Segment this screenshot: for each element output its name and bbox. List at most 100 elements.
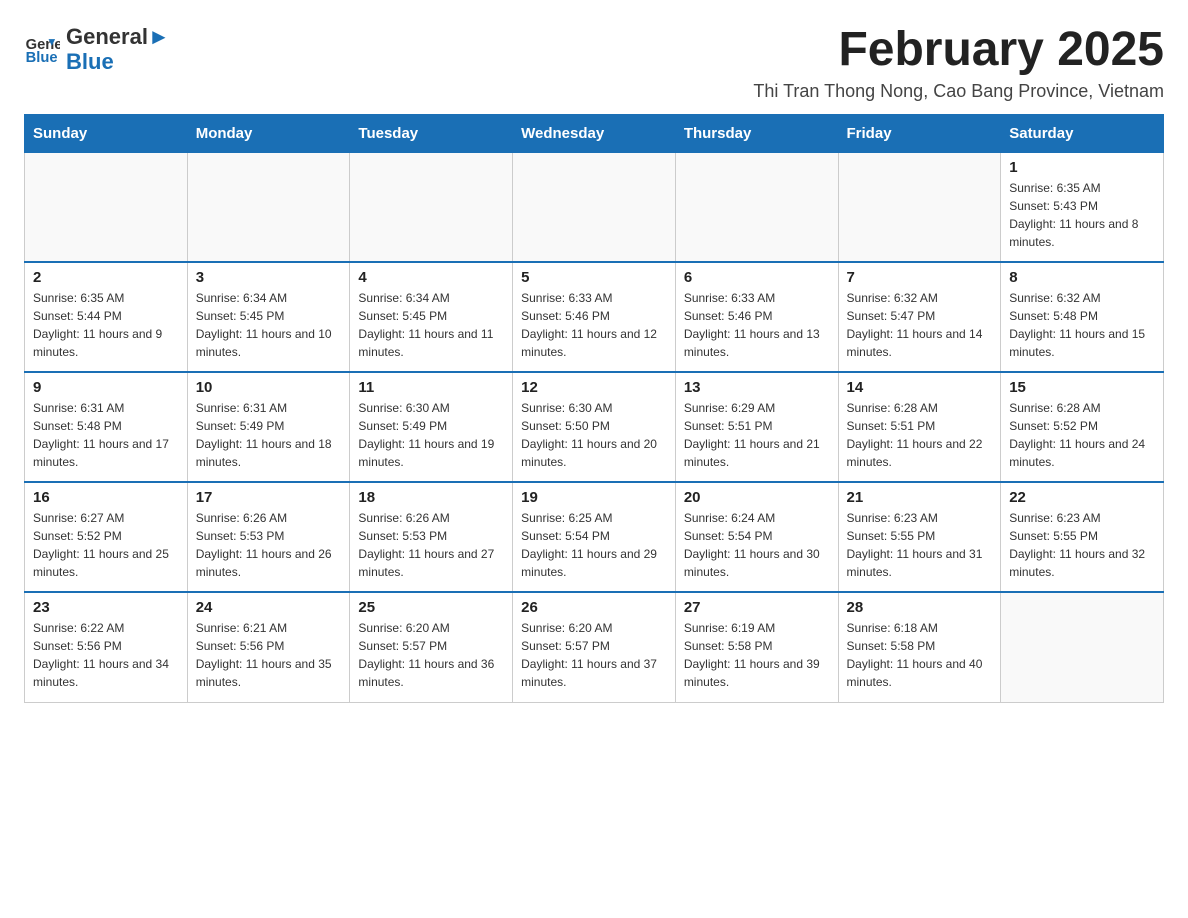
calendar-day-cell: 18Sunrise: 6:26 AMSunset: 5:53 PMDayligh… xyxy=(350,482,513,592)
calendar-day-cell: 27 Sunrise: 6:19 AMSunset: 5:58 PMDayligh… xyxy=(675,592,838,702)
svg-text:Blue: Blue xyxy=(26,50,58,66)
day-number: 14 xyxy=(847,379,993,396)
col-thursday: Thursday xyxy=(675,114,838,152)
calendar-day-cell xyxy=(187,152,350,262)
calendar-day-cell: 4 Sunrise: 6:34 AMSunset: 5:45 PMDaylight… xyxy=(350,262,513,372)
day-number: 12 xyxy=(521,379,667,396)
calendar-day-cell: 1 Sunrise: 6:35 AMSunset: 5:43 PMDaylight… xyxy=(1001,152,1164,262)
day-info: Sunrise: 6:30 AMSunset: 5:49 PMDaylight:… xyxy=(358,399,504,471)
calendar-day-cell: 16 Sunrise: 6:27 AMSunset: 5:52 PMDayligh… xyxy=(25,482,188,592)
calendar-day-cell: 13 Sunrise: 6:29 AMSunset: 5:51 PMDayligh… xyxy=(675,372,838,482)
day-number: 24 xyxy=(196,599,342,616)
day-number: 5 xyxy=(521,269,667,286)
day-info: Sunrise: 6:26 AMSunset: 5:53 PMDaylight:… xyxy=(358,509,504,581)
day-info: Sunrise: 6:22 AMSunset: 5:56 PMDaylight:… xyxy=(33,619,179,691)
calendar-body: 1 Sunrise: 6:35 AMSunset: 5:43 PMDaylight… xyxy=(25,152,1164,702)
calendar-day-cell: 10 Sunrise: 6:31 AMSunset: 5:49 PMDayligh… xyxy=(187,372,350,482)
calendar-day-cell xyxy=(350,152,513,262)
main-title: February 2025 xyxy=(753,24,1164,77)
day-number: 3 xyxy=(196,269,342,286)
day-number: 25 xyxy=(358,599,504,616)
day-number: 9 xyxy=(33,379,179,396)
day-info: Sunrise: 6:28 AMSunset: 5:51 PMDaylight:… xyxy=(847,399,993,471)
day-number: 23 xyxy=(33,599,179,616)
day-info: Sunrise: 6:20 AMSunset: 5:57 PMDaylight:… xyxy=(521,619,667,691)
day-info: Sunrise: 6:27 AMSunset: 5:52 PMDaylight:… xyxy=(33,509,179,581)
calendar-day-cell: 5 Sunrise: 6:33 AMSunset: 5:46 PMDaylight… xyxy=(513,262,676,372)
col-sunday: Sunday xyxy=(25,114,188,152)
day-number: 19 xyxy=(521,489,667,506)
day-info: Sunrise: 6:20 AMSunset: 5:57 PMDaylight:… xyxy=(358,619,504,691)
calendar-table: Sunday Monday Tuesday Wednesday Thursday… xyxy=(24,114,1164,703)
day-number: 11 xyxy=(358,379,504,396)
calendar-day-cell: 9 Sunrise: 6:31 AMSunset: 5:48 PMDaylight… xyxy=(25,372,188,482)
calendar-day-cell: 23 Sunrise: 6:22 AMSunset: 5:56 PMDayligh… xyxy=(25,592,188,702)
subtitle: Thi Tran Thong Nong, Cao Bang Province, … xyxy=(753,81,1164,102)
calendar-day-cell: 3 Sunrise: 6:34 AMSunset: 5:45 PMDaylight… xyxy=(187,262,350,372)
title-block: February 2025 Thi Tran Thong Nong, Cao B… xyxy=(753,24,1164,102)
day-info: Sunrise: 6:33 AMSunset: 5:46 PMDaylight:… xyxy=(521,289,667,361)
day-number: 8 xyxy=(1009,269,1155,286)
day-number: 27 xyxy=(684,599,830,616)
day-info: Sunrise: 6:19 AMSunset: 5:58 PMDaylight:… xyxy=(684,619,830,691)
calendar-day-cell: 7Sunrise: 6:32 AMSunset: 5:47 PMDaylight… xyxy=(838,262,1001,372)
calendar-day-cell: 14 Sunrise: 6:28 AMSunset: 5:51 PMDayligh… xyxy=(838,372,1001,482)
day-number: 6 xyxy=(684,269,830,286)
calendar-day-cell: 6 Sunrise: 6:33 AMSunset: 5:46 PMDaylight… xyxy=(675,262,838,372)
day-info: Sunrise: 6:31 AMSunset: 5:49 PMDaylight:… xyxy=(196,399,342,471)
day-info: Sunrise: 6:34 AMSunset: 5:45 PMDaylight:… xyxy=(196,289,342,361)
day-number: 26 xyxy=(521,599,667,616)
header-row: Sunday Monday Tuesday Wednesday Thursday… xyxy=(25,114,1164,152)
day-info: Sunrise: 6:28 AMSunset: 5:52 PMDaylight:… xyxy=(1009,399,1155,471)
calendar-week-row: 23 Sunrise: 6:22 AMSunset: 5:56 PMDayligh… xyxy=(25,592,1164,702)
day-info: Sunrise: 6:35 AMSunset: 5:43 PMDaylight:… xyxy=(1009,179,1155,251)
calendar-day-cell: 26 Sunrise: 6:20 AMSunset: 5:57 PMDayligh… xyxy=(513,592,676,702)
day-number: 28 xyxy=(847,599,993,616)
logo-blue: Blue xyxy=(66,49,170,74)
day-info: Sunrise: 6:34 AMSunset: 5:45 PMDaylight:… xyxy=(358,289,504,361)
calendar-day-cell: 28Sunrise: 6:18 AMSunset: 5:58 PMDayligh… xyxy=(838,592,1001,702)
day-number: 20 xyxy=(684,489,830,506)
calendar-day-cell: 15 Sunrise: 6:28 AMSunset: 5:52 PMDayligh… xyxy=(1001,372,1164,482)
calendar-header: Sunday Monday Tuesday Wednesday Thursday… xyxy=(25,114,1164,152)
calendar-week-row: 16 Sunrise: 6:27 AMSunset: 5:52 PMDayligh… xyxy=(25,482,1164,592)
day-number: 15 xyxy=(1009,379,1155,396)
calendar-day-cell xyxy=(675,152,838,262)
calendar-day-cell xyxy=(1001,592,1164,702)
day-number: 22 xyxy=(1009,489,1155,506)
logo-general: General► xyxy=(66,24,170,49)
calendar-day-cell xyxy=(838,152,1001,262)
calendar-week-row: 1 Sunrise: 6:35 AMSunset: 5:43 PMDaylight… xyxy=(25,152,1164,262)
day-number: 1 xyxy=(1009,159,1155,176)
calendar-day-cell: 21Sunrise: 6:23 AMSunset: 5:55 PMDayligh… xyxy=(838,482,1001,592)
day-info: Sunrise: 6:25 AMSunset: 5:54 PMDaylight:… xyxy=(521,509,667,581)
calendar-day-cell: 24 Sunrise: 6:21 AMSunset: 5:56 PMDayligh… xyxy=(187,592,350,702)
logo: General Blue General► Blue xyxy=(24,24,170,75)
day-info: Sunrise: 6:26 AMSunset: 5:53 PMDaylight:… xyxy=(196,509,342,581)
day-info: Sunrise: 6:29 AMSunset: 5:51 PMDaylight:… xyxy=(684,399,830,471)
calendar-day-cell: 17Sunrise: 6:26 AMSunset: 5:53 PMDayligh… xyxy=(187,482,350,592)
day-info: Sunrise: 6:30 AMSunset: 5:50 PMDaylight:… xyxy=(521,399,667,471)
day-number: 10 xyxy=(196,379,342,396)
day-number: 7 xyxy=(847,269,993,286)
day-info: Sunrise: 6:23 AMSunset: 5:55 PMDaylight:… xyxy=(1009,509,1155,581)
day-number: 4 xyxy=(358,269,504,286)
day-info: Sunrise: 6:33 AMSunset: 5:46 PMDaylight:… xyxy=(684,289,830,361)
day-number: 13 xyxy=(684,379,830,396)
calendar-day-cell xyxy=(513,152,676,262)
day-info: Sunrise: 6:24 AMSunset: 5:54 PMDaylight:… xyxy=(684,509,830,581)
calendar-day-cell xyxy=(25,152,188,262)
calendar-day-cell: 19 Sunrise: 6:25 AMSunset: 5:54 PMDayligh… xyxy=(513,482,676,592)
page-header: General Blue General► Blue February 2025… xyxy=(24,24,1164,102)
calendar-day-cell: 11 Sunrise: 6:30 AMSunset: 5:49 PMDayligh… xyxy=(350,372,513,482)
day-info: Sunrise: 6:21 AMSunset: 5:56 PMDaylight:… xyxy=(196,619,342,691)
day-number: 16 xyxy=(33,489,179,506)
day-number: 21 xyxy=(847,489,993,506)
calendar-week-row: 9 Sunrise: 6:31 AMSunset: 5:48 PMDaylight… xyxy=(25,372,1164,482)
col-wednesday: Wednesday xyxy=(513,114,676,152)
calendar-day-cell: 2Sunrise: 6:35 AMSunset: 5:44 PMDaylight… xyxy=(25,262,188,372)
col-monday: Monday xyxy=(187,114,350,152)
col-saturday: Saturday xyxy=(1001,114,1164,152)
day-info: Sunrise: 6:31 AMSunset: 5:48 PMDaylight:… xyxy=(33,399,179,471)
calendar-day-cell: 20 Sunrise: 6:24 AMSunset: 5:54 PMDayligh… xyxy=(675,482,838,592)
